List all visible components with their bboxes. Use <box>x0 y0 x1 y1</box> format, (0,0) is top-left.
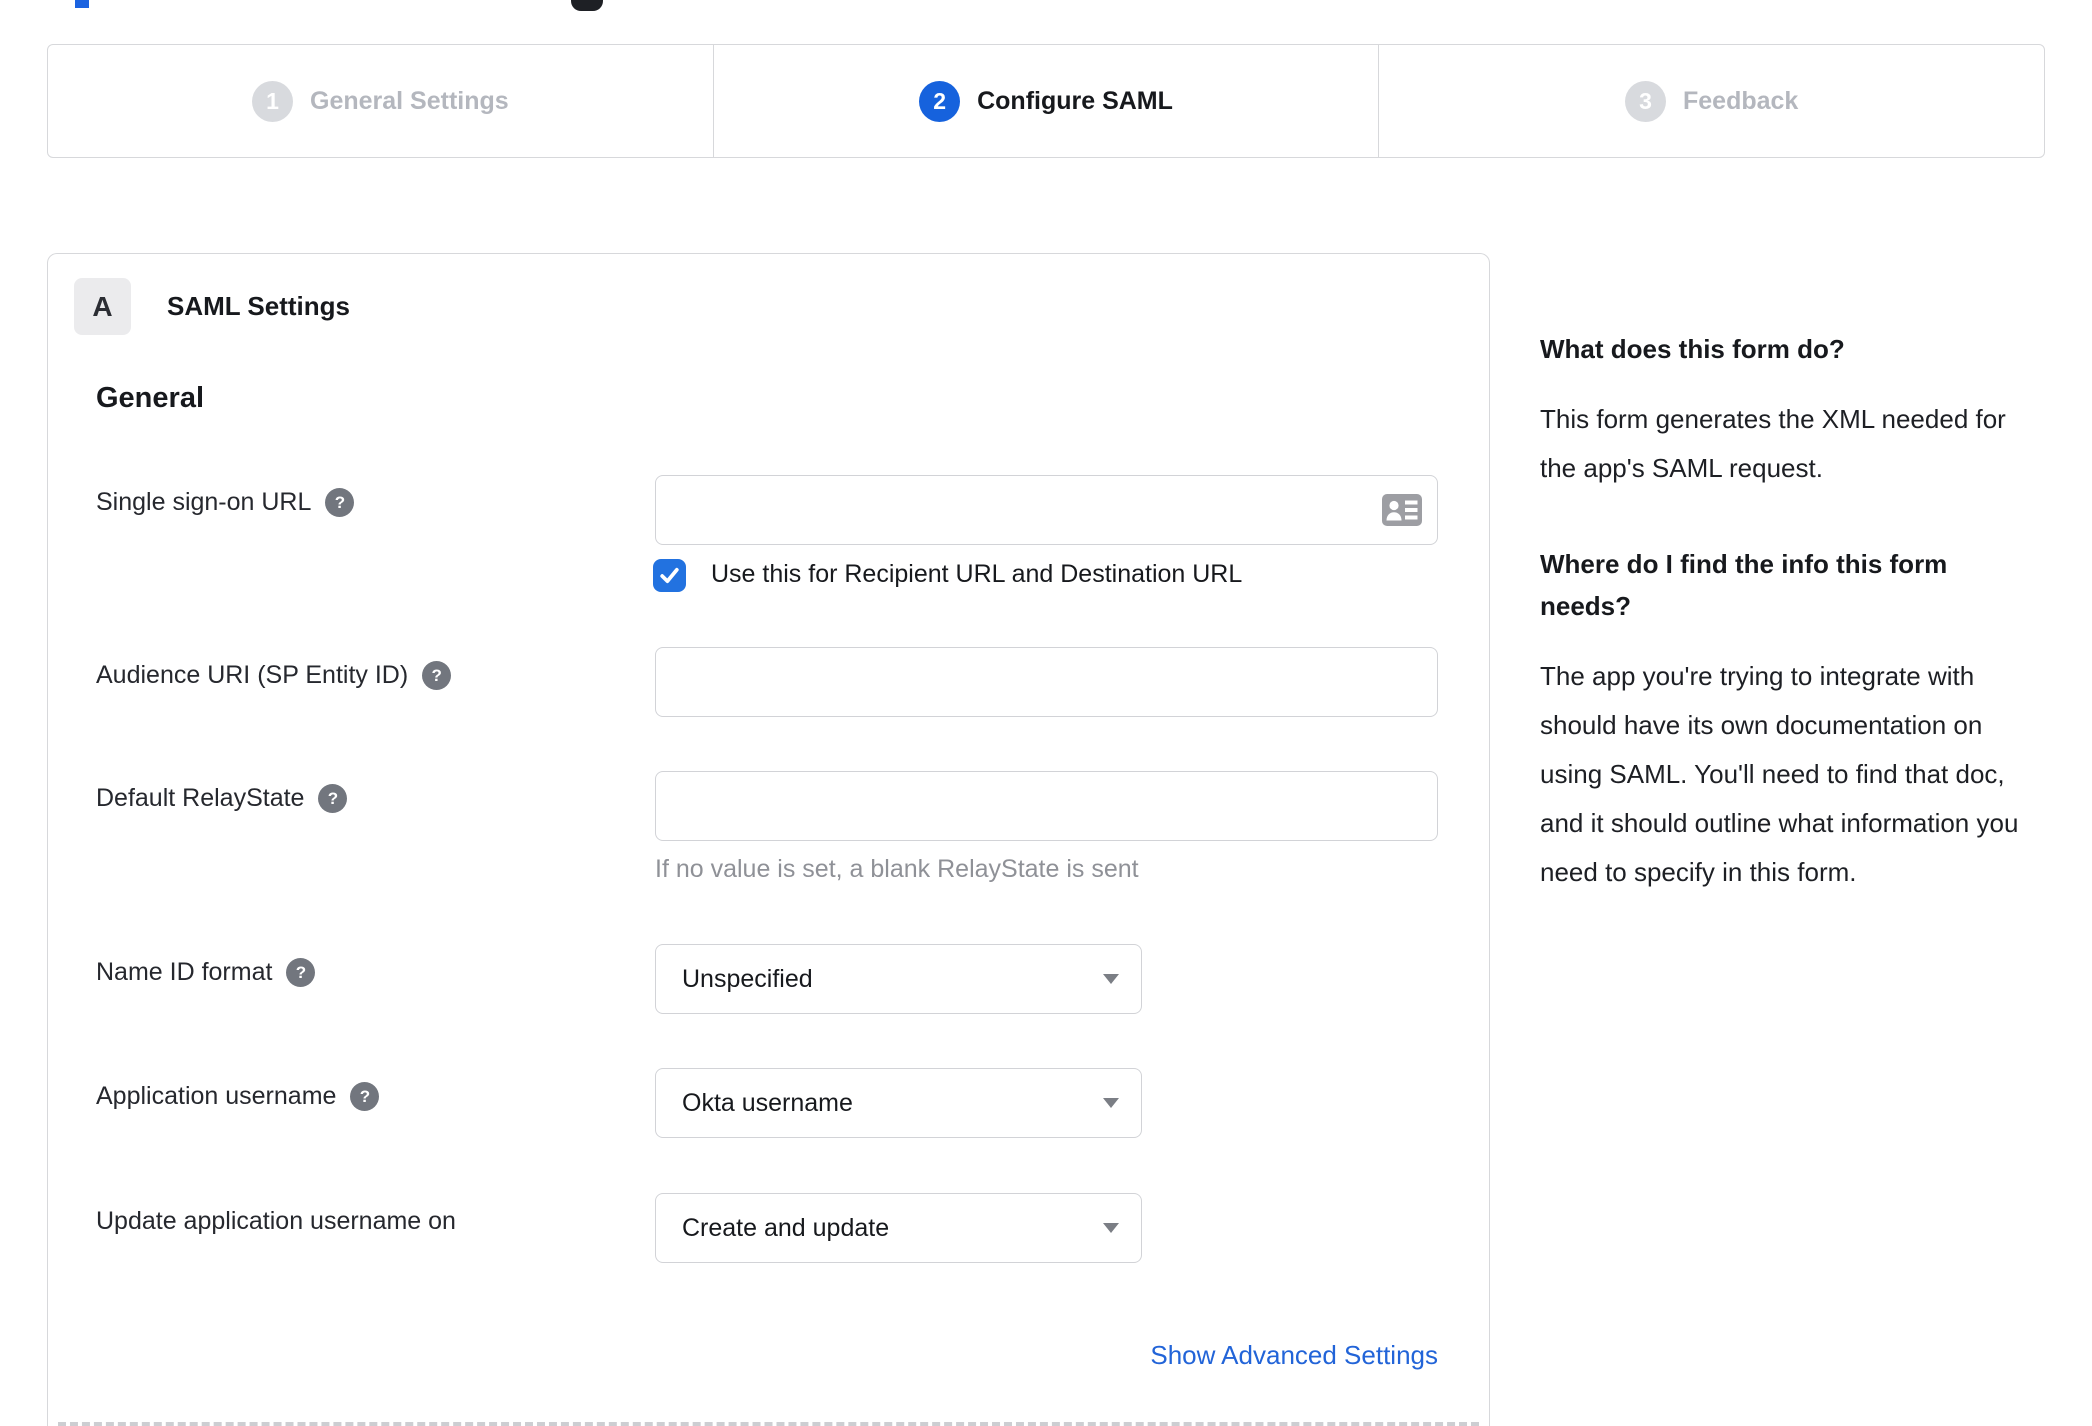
cutoff-logo-fragment <box>571 0 603 11</box>
help-icon[interactable]: ? <box>350 1082 380 1111</box>
sso-url-label: Single sign-on URL ? <box>96 488 355 517</box>
update-app-username-label-text: Update application username on <box>96 1207 456 1235</box>
relay-state-label: Default RelayState ? <box>96 784 348 813</box>
audience-uri-label-text: Audience URI (SP Entity ID) <box>96 661 409 689</box>
relay-state-input[interactable] <box>655 771 1438 841</box>
checkbox-checkmark-icon <box>660 567 679 584</box>
name-id-format-value: Unspecified <box>682 964 813 993</box>
section-a-badge: A <box>74 278 131 335</box>
wizard-stepper: 1 General Settings 2 Configure SAML 3 Fe… <box>47 44 2045 158</box>
update-app-username-select[interactable]: Create and update <box>655 1193 1142 1263</box>
sidebar-body-where: The app you're trying to integrate with … <box>1540 661 2019 887</box>
step-label: General Settings <box>310 86 509 115</box>
sidebar-body-what: This form generates the XML needed for t… <box>1540 404 2006 483</box>
app-username-label: Application username ? <box>96 1082 380 1111</box>
name-id-format-label: Name ID format ? <box>96 958 316 987</box>
help-sidebar: What does this form do? This form genera… <box>1540 328 2045 897</box>
step-configure-saml[interactable]: 2 Configure SAML <box>712 45 1379 157</box>
general-heading: General <box>96 382 204 414</box>
step-general-settings[interactable]: 1 General Settings <box>48 45 713 157</box>
sso-url-input-wrap <box>655 475 1438 545</box>
sso-url-input[interactable] <box>655 475 1438 545</box>
step-label: Configure SAML <box>977 86 1173 115</box>
section-dashed-divider <box>58 1422 1479 1426</box>
step-label: Feedback <box>1683 86 1799 115</box>
recipient-url-checkbox[interactable] <box>653 559 686 592</box>
audience-uri-input[interactable] <box>655 647 1438 717</box>
app-username-value: Okta username <box>682 1088 853 1117</box>
help-icon[interactable]: ? <box>325 488 355 517</box>
chevron-down-icon <box>1103 1098 1119 1108</box>
step-number-badge: 2 <box>919 80 961 122</box>
help-icon[interactable]: ? <box>422 661 452 690</box>
relay-state-hint: If no value is set, a blank RelayState i… <box>655 855 1139 883</box>
saml-settings-card: A SAML Settings General Single sign-on U… <box>47 253 1490 1426</box>
section-title: SAML Settings <box>167 291 350 321</box>
recipient-url-checkbox-label: Use this for Recipient URL and Destinati… <box>711 560 1243 588</box>
show-advanced-settings-link[interactable]: Show Advanced Settings <box>655 1340 1438 1371</box>
audience-uri-label: Audience URI (SP Entity ID) ? <box>96 661 452 690</box>
sso-url-label-text: Single sign-on URL <box>96 488 312 516</box>
name-id-format-select[interactable]: Unspecified <box>655 944 1142 1014</box>
step-number-badge: 3 <box>1625 80 1666 122</box>
help-icon[interactable]: ? <box>286 958 316 987</box>
relay-state-label-text: Default RelayState <box>96 784 305 812</box>
chevron-down-icon <box>1103 974 1119 984</box>
update-app-username-label: Update application username on <box>96 1207 456 1236</box>
update-app-username-value: Create and update <box>682 1213 890 1242</box>
app-username-select[interactable]: Okta username <box>655 1068 1142 1138</box>
sidebar-heading-where: Where do I find the info this form needs… <box>1540 549 1948 621</box>
chevron-down-icon <box>1103 1223 1119 1233</box>
cutoff-blue-fragment <box>75 0 89 8</box>
step-feedback[interactable]: 3 Feedback <box>1378 45 2044 157</box>
step-number-badge: 1 <box>252 80 293 122</box>
sidebar-heading-what: What does this form do? <box>1540 334 1845 364</box>
app-username-label-text: Application username <box>96 1082 337 1110</box>
help-icon[interactable]: ? <box>318 784 348 813</box>
contact-card-icon[interactable] <box>1382 494 1422 526</box>
name-id-format-label-text: Name ID format <box>96 958 273 986</box>
